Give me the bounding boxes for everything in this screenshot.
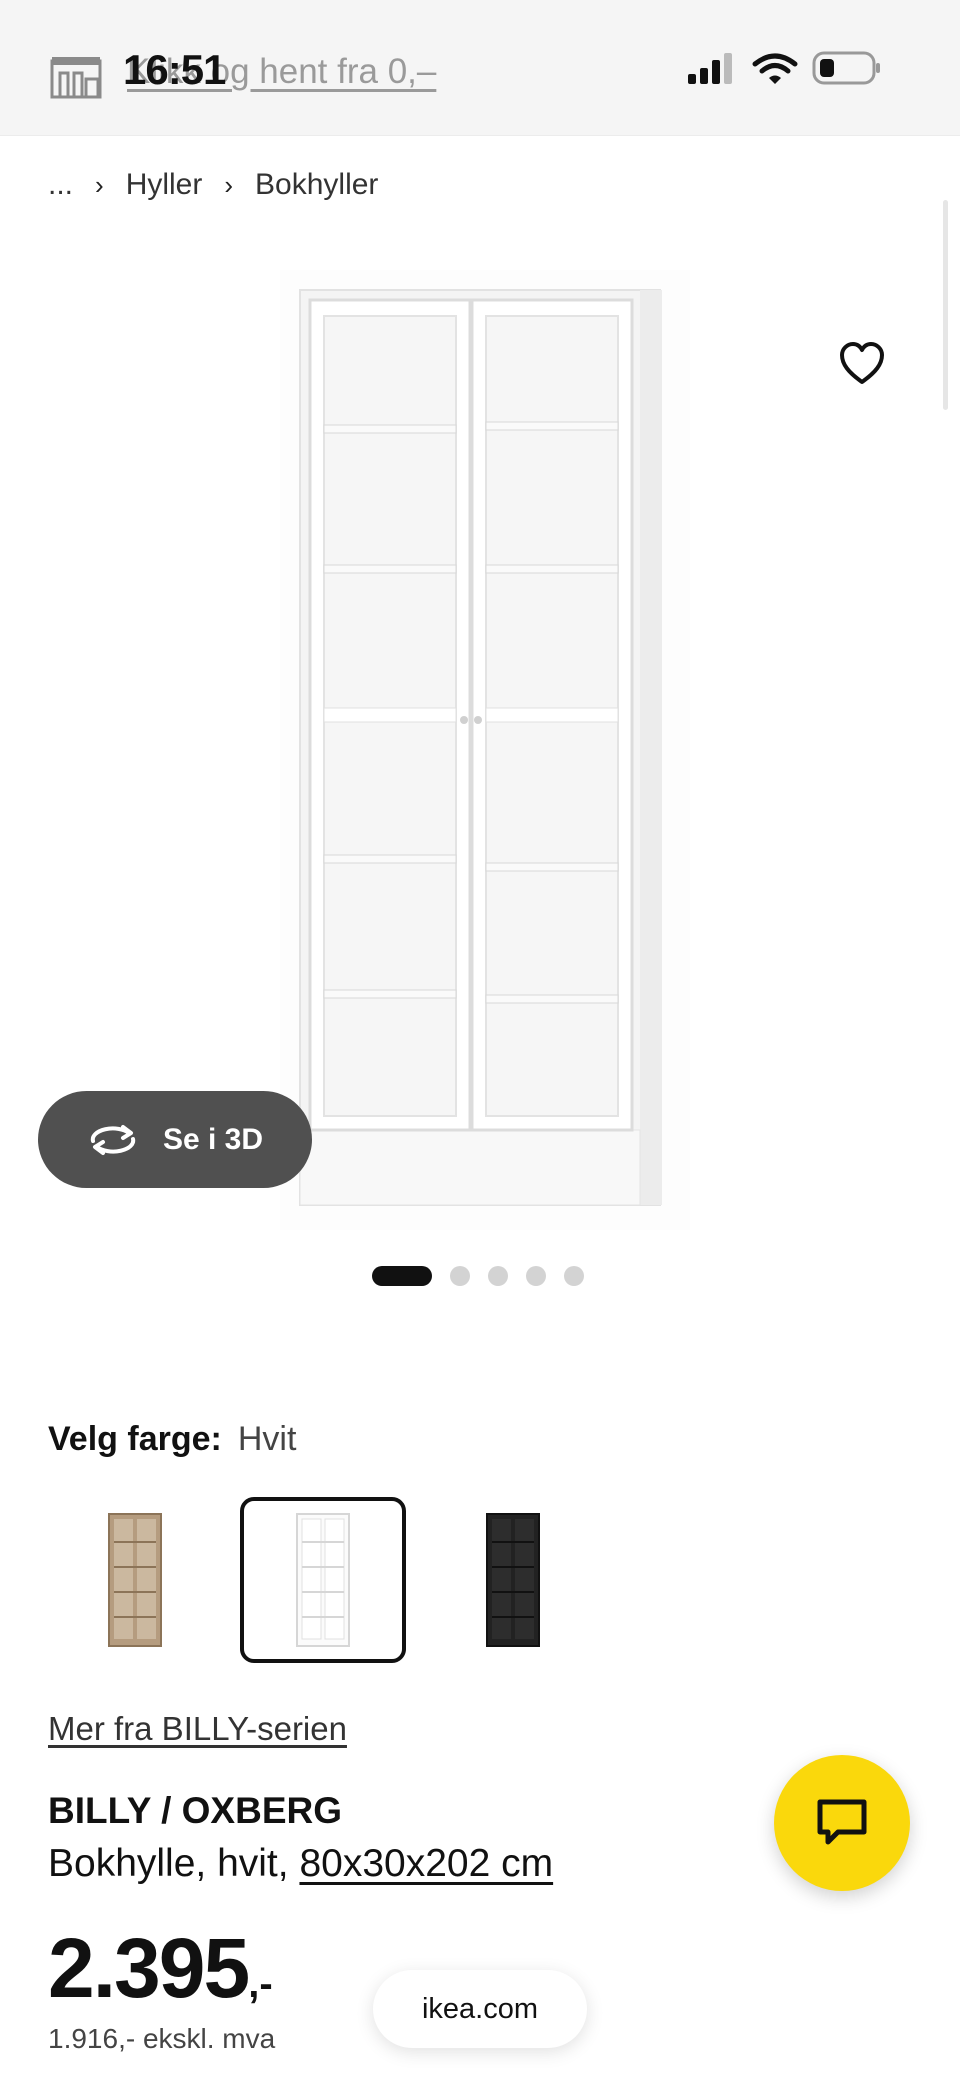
gallery-pagination xyxy=(372,1266,584,1286)
product-description: Bokhylle, hvit, 80x30x202 cm xyxy=(48,1842,553,1886)
breadcrumb: ... › Hyller › Bokhyller xyxy=(48,168,378,202)
selected-color-value: Hvit xyxy=(237,1420,297,1458)
product-image[interactable] xyxy=(280,270,690,1230)
product-type: Bokhylle, hvit, xyxy=(48,1842,300,1885)
price-ex-vat: 1.916,- ekskl. mva xyxy=(48,2023,276,2054)
pagination-dot[interactable] xyxy=(488,1266,508,1286)
view-3d-label: Se i 3D xyxy=(162,1122,264,1156)
cellular-signal-icon xyxy=(688,53,732,84)
breadcrumb-hyller[interactable]: Hyller xyxy=(126,168,203,202)
product-price: 2.395,- xyxy=(48,1920,273,2017)
series-link[interactable]: Mer fra BILLY-serien xyxy=(48,1710,347,1748)
scrollbar[interactable] xyxy=(943,200,948,410)
breadcrumb-bokhyller[interactable]: Bokhyller xyxy=(255,168,378,202)
bookcase-black-thumbnail xyxy=(486,1513,540,1647)
product-dimensions-link[interactable]: 80x30x202 cm xyxy=(299,1842,553,1885)
breadcrumb-more[interactable]: ... xyxy=(48,168,73,202)
chat-bubble-icon xyxy=(817,1799,867,1845)
status-bar: Klikk og hent fra 0,– 16:51 xyxy=(0,0,960,136)
chevron-right-icon: › xyxy=(95,169,104,200)
pagination-dot-active[interactable] xyxy=(372,1266,432,1286)
color-swatch-black[interactable] xyxy=(430,1497,596,1663)
battery-icon xyxy=(812,51,880,85)
url-text: ikea.com xyxy=(421,1992,539,2025)
pagination-dot[interactable] xyxy=(450,1266,470,1286)
wifi-icon xyxy=(752,53,798,84)
chevron-right-icon: › xyxy=(224,169,234,200)
price-suffix: ,- xyxy=(248,1962,273,2006)
pagination-dot[interactable] xyxy=(564,1266,584,1286)
price-amount: 2.395 xyxy=(48,1921,250,2015)
bookcase-oak-thumbnail xyxy=(108,1513,162,1647)
pagination-dot[interactable] xyxy=(526,1266,546,1286)
store-icon xyxy=(50,57,102,99)
chat-button[interactable] xyxy=(774,1755,910,1891)
color-swatch-white[interactable] xyxy=(240,1497,406,1663)
view-3d-button[interactable]: Se i 3D xyxy=(38,1091,312,1188)
rotate-3d-icon xyxy=(90,1124,136,1155)
heart-icon[interactable] xyxy=(838,340,886,388)
bookcase-white-thumbnail xyxy=(296,1513,350,1647)
product-name: BILLY / OXBERG xyxy=(48,1790,343,1831)
color-picker-heading: Velg farge: Hvit xyxy=(48,1420,296,1459)
clock-time: 16:51 xyxy=(123,46,226,93)
color-picker-label: Velg farge: xyxy=(48,1420,222,1458)
color-swatch-oak[interactable] xyxy=(52,1497,218,1663)
browser-url-bar[interactable]: ikea.com xyxy=(373,1970,587,2048)
